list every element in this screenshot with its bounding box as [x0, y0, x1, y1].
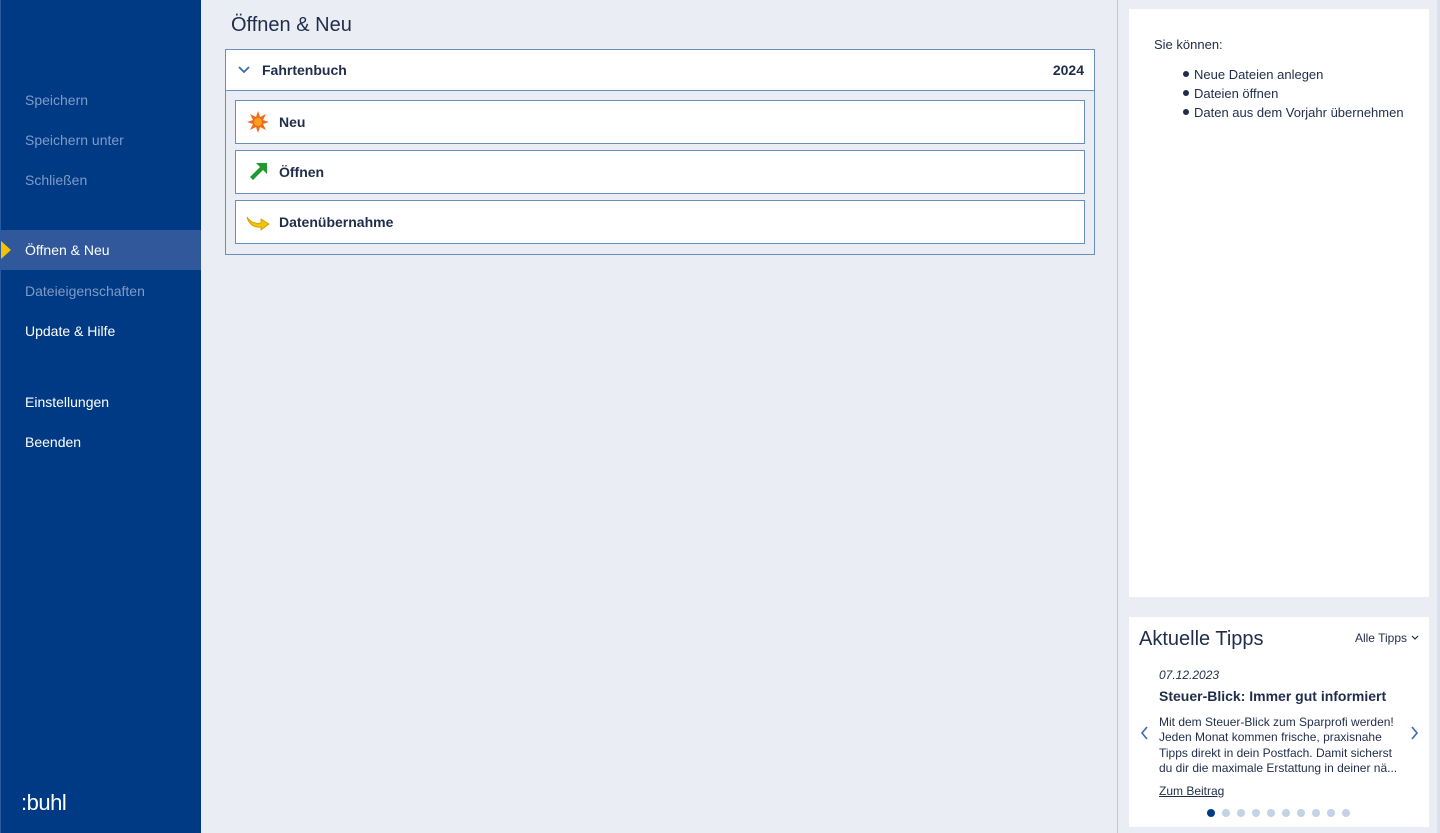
list-item: Daten aus dem Vorjahr übernehmen	[1183, 103, 1404, 122]
data-transfer-arrow-icon	[246, 210, 270, 234]
new-star-icon	[246, 110, 270, 134]
pagination-dot[interactable]	[1312, 809, 1320, 817]
info-box: Sie können: Neue Dateien anlegen Dateien…	[1129, 9, 1429, 597]
new-button[interactable]: Neu	[235, 100, 1085, 144]
fahrtenbuch-panel: Fahrtenbuch 2024 Neu Öffnen Datenübernah…	[225, 49, 1095, 255]
open-label: Öffnen	[279, 164, 325, 180]
buhl-logo: :buhl	[21, 790, 67, 815]
page-title: Öffnen & Neu	[231, 14, 352, 36]
pagination-dot[interactable]	[1207, 809, 1215, 817]
tip-body: Mit dem Steuer-Blick zum Sparprofi werde…	[1159, 715, 1398, 775]
sidebar: Speichern Speichern unter Schließen Öffn…	[0, 0, 202, 833]
sidebar-item-einstellungen[interactable]: Einstellungen	[1, 382, 202, 422]
new-label: Neu	[279, 114, 306, 130]
pagination-dot[interactable]	[1237, 809, 1245, 817]
pagination-dot[interactable]	[1297, 809, 1305, 817]
tips-prev-button[interactable]	[1137, 724, 1151, 742]
chevron-left-icon	[1140, 726, 1148, 740]
panel-header[interactable]: Fahrtenbuch 2024	[226, 50, 1094, 91]
tips-title: Aktuelle Tipps	[1139, 628, 1264, 650]
list-item: Neue Dateien anlegen	[1183, 65, 1404, 84]
sidebar-item-beenden[interactable]: Beenden	[1, 422, 202, 462]
all-tips-label: Alle Tipps	[1354, 631, 1407, 645]
tip-date: 07.12.2023	[1159, 668, 1220, 682]
vertical-divider	[1117, 0, 1118, 833]
data-transfer-label: Datenübernahme	[279, 214, 394, 230]
pagination-dot[interactable]	[1267, 809, 1275, 817]
list-item: Dateien öffnen	[1183, 84, 1404, 103]
pagination-dot[interactable]	[1252, 809, 1260, 817]
pagination-dot[interactable]	[1222, 809, 1230, 817]
main-content: Öffnen & Neu Fahrtenbuch 2024 Neu Öffnen…	[201, 0, 1117, 833]
sidebar-item-oeffnen-neu[interactable]: Öffnen & Neu	[1, 230, 202, 270]
sidebar-item-schliessen[interactable]: Schließen	[1, 160, 202, 200]
panel-year: 2024	[1052, 62, 1084, 78]
sidebar-item-dateieigenschaften[interactable]: Dateieigenschaften	[1, 271, 202, 311]
sidebar-item-speichern-unter[interactable]: Speichern unter	[1, 120, 202, 160]
info-intro: Sie können:	[1154, 37, 1223, 52]
pagination-dot[interactable]	[1342, 809, 1350, 817]
tip-heading: Steuer-Blick: Immer gut informiert	[1159, 688, 1387, 704]
pagination-dot[interactable]	[1327, 809, 1335, 817]
open-arrow-icon	[246, 160, 270, 184]
tip-read-more-link[interactable]: Zum Beitrag	[1159, 784, 1224, 798]
chevron-right-icon	[1410, 726, 1418, 740]
panel-title: Fahrtenbuch	[262, 62, 347, 78]
info-list: Neue Dateien anlegen Dateien öffnen Date…	[1183, 65, 1404, 122]
active-marker-icon	[1, 241, 11, 259]
open-button[interactable]: Öffnen	[235, 150, 1085, 194]
sidebar-item-update-hilfe[interactable]: Update & Hilfe	[1, 311, 202, 351]
tips-next-button[interactable]	[1407, 724, 1421, 742]
chevron-down-icon	[1411, 635, 1419, 640]
tips-box: Aktuelle Tipps Alle Tipps 07.12.2023 Ste…	[1129, 617, 1429, 827]
chevron-down-icon	[236, 62, 252, 78]
all-tips-link[interactable]: Alle Tipps	[1355, 631, 1419, 645]
sidebar-item-label: Öffnen & Neu	[25, 242, 110, 258]
sidebar-item-speichern[interactable]: Speichern	[1, 80, 202, 120]
pagination-dots	[1207, 809, 1350, 817]
pagination-dot[interactable]	[1282, 809, 1290, 817]
data-transfer-button[interactable]: Datenübernahme	[235, 200, 1085, 244]
